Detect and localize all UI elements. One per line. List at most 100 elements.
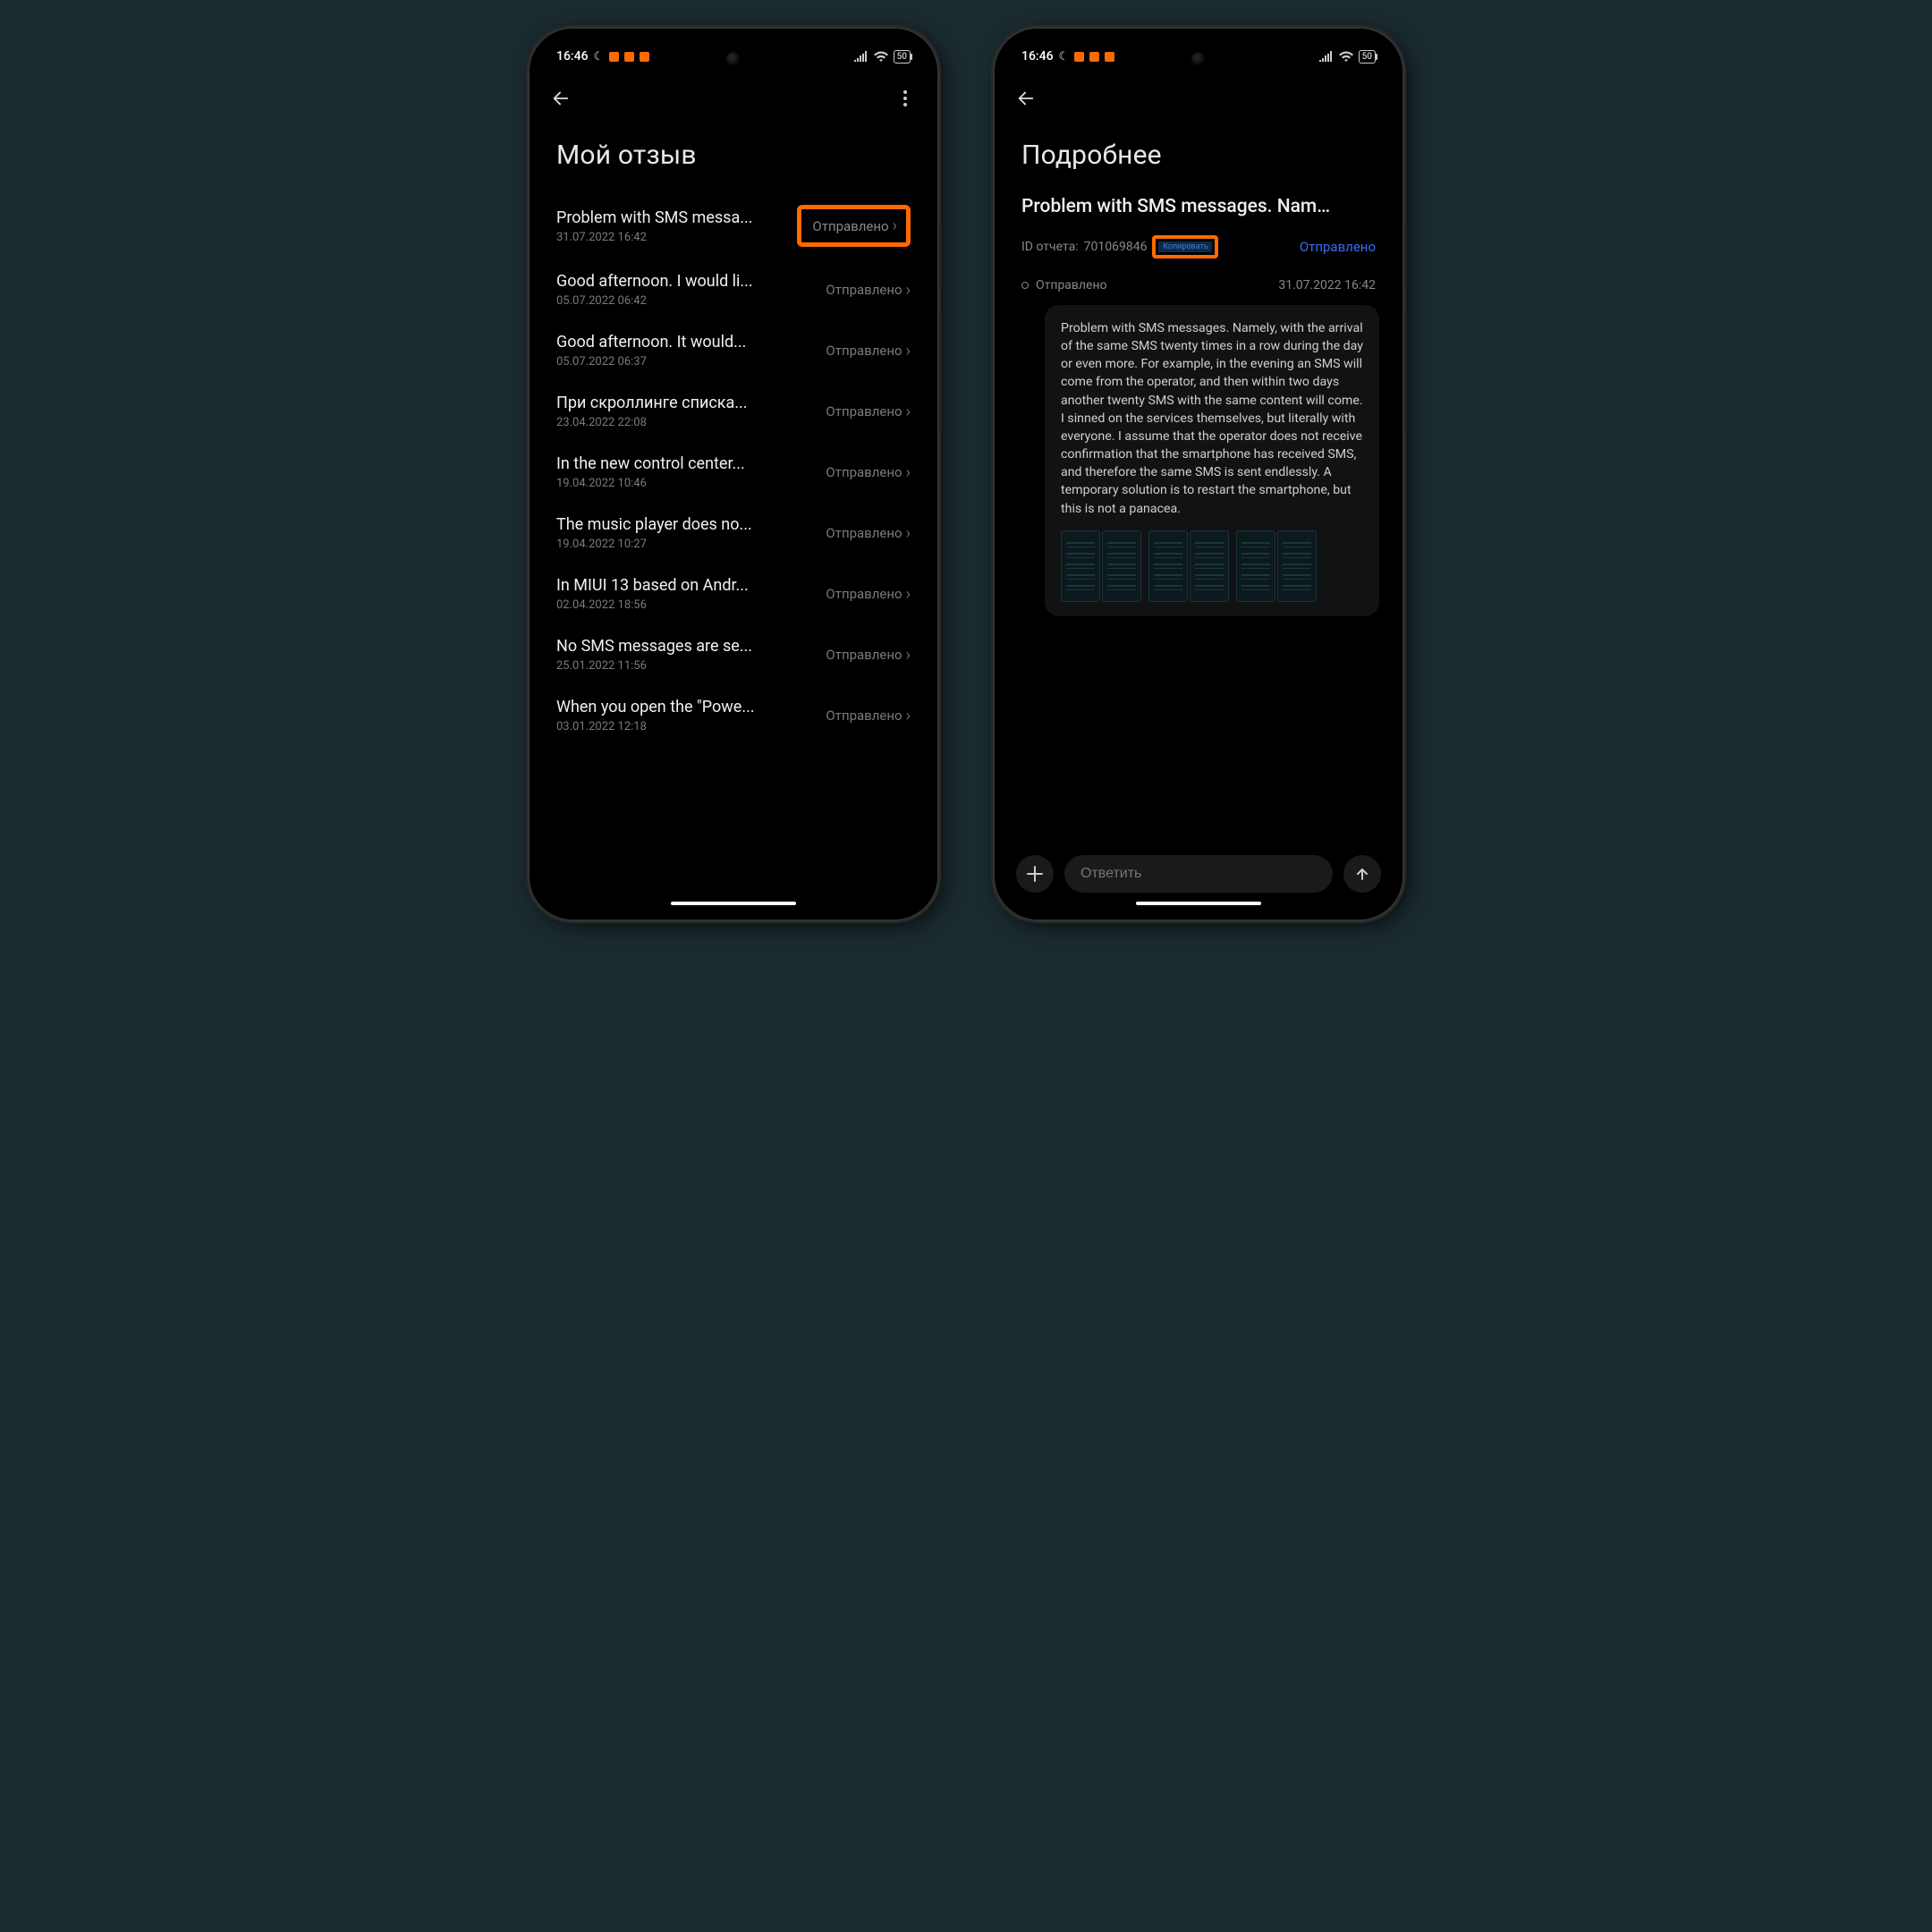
battery-icon: 50 xyxy=(894,50,911,64)
feedback-item-date: 31.07.2022 16:42 xyxy=(556,231,788,244)
dnd-icon: ☾ xyxy=(594,50,605,64)
report-id-value: 701069846 xyxy=(1084,240,1148,254)
message-timestamp: 31.07.2022 16:42 xyxy=(1278,278,1376,292)
app-bar xyxy=(537,77,930,120)
front-camera xyxy=(1191,52,1206,66)
notification-indicator xyxy=(1074,52,1084,62)
attachment-thumbnail[interactable] xyxy=(1190,530,1229,602)
feedback-item-status: Отправлено› xyxy=(826,342,911,360)
report-id-row: ID отчета: 701069846 Копировать Отправле… xyxy=(1002,230,1395,267)
notification-indicator xyxy=(624,52,634,62)
feedback-item[interactable]: No SMS messages are se... 25.01.2022 11:5… xyxy=(556,624,911,685)
phone-feedback-detail: 16:46 ☾ 50 Подробнее Problem with SMS me… xyxy=(993,27,1404,921)
feedback-list[interactable]: Problem with SMS messa... 31.07.2022 16:4… xyxy=(537,192,930,912)
attachment-thumbnail[interactable] xyxy=(1102,530,1141,602)
wifi-icon xyxy=(874,51,888,62)
feedback-item-status: Отправлено› xyxy=(826,524,911,543)
phone-feedback-list: 16:46 ☾ 50 Мой отзыв Problem with SMS me… xyxy=(528,27,939,921)
send-button[interactable] xyxy=(1343,855,1381,893)
report-id-label: ID отчета: xyxy=(1021,240,1079,254)
attachment-thumbnail[interactable] xyxy=(1148,530,1188,602)
chevron-right-icon: › xyxy=(906,524,911,543)
status-label: Отправлено xyxy=(826,586,902,602)
attachment-thumbnail[interactable] xyxy=(1236,530,1275,602)
feedback-item-status: Отправлено› xyxy=(826,646,911,665)
feedback-item-date: 23.04.2022 22:08 xyxy=(556,416,817,429)
signal-icon xyxy=(1319,51,1334,62)
feedback-item[interactable]: Good afternoon. I would li...05.07.2022 … xyxy=(556,259,911,320)
message-card: Problem with SMS messages. Namely, with … xyxy=(1045,305,1379,616)
status-dot-icon xyxy=(1021,282,1029,289)
overflow-menu-button[interactable] xyxy=(896,89,914,107)
dnd-icon: ☾ xyxy=(1059,50,1070,64)
status-label: Отправлено xyxy=(826,282,902,298)
reply-input[interactable] xyxy=(1064,855,1333,893)
feedback-item-date: 02.04.2022 18:56 xyxy=(556,598,817,612)
chevron-right-icon: › xyxy=(906,585,911,604)
feedback-item-title: In the new control center... xyxy=(556,454,817,473)
status-label: Отправлено xyxy=(826,343,902,359)
feedback-item-date: 19.04.2022 10:46 xyxy=(556,477,817,490)
report-subject: Problem with SMS messages. Nam… xyxy=(1002,192,1395,230)
feedback-item-title: Good afternoon. I would li... xyxy=(556,272,817,291)
home-indicator[interactable] xyxy=(671,902,796,905)
add-attachment-button[interactable] xyxy=(1016,855,1054,893)
message-body: Problem with SMS messages. Namely, with … xyxy=(1061,319,1363,518)
report-status: Отправлено xyxy=(1300,239,1376,255)
attachment-thumbnails xyxy=(1061,530,1363,602)
arrow-up-icon xyxy=(1355,867,1369,881)
feedback-item-date: 03.01.2022 12:18 xyxy=(556,720,817,733)
page-title: Подробнее xyxy=(1002,120,1395,192)
attachment-thumbnail[interactable] xyxy=(1061,530,1100,602)
chevron-right-icon: › xyxy=(906,281,911,300)
feedback-item[interactable]: Good afternoon. It would...05.07.2022 06… xyxy=(556,320,911,381)
status-label: Отправлено xyxy=(826,403,902,419)
feedback-item-title: Problem with SMS messa... xyxy=(556,208,788,227)
sent-status-text: Отправлено xyxy=(1036,278,1107,292)
message-meta-row: Отправлено 31.07.2022 16:42 xyxy=(1002,267,1395,300)
feedback-item-title: No SMS messages are se... xyxy=(556,637,817,656)
chevron-right-icon: › xyxy=(906,646,911,665)
status-label: Отправлено xyxy=(812,218,888,234)
chevron-right-icon: › xyxy=(893,216,897,235)
feedback-item-status: Отправлено› xyxy=(826,463,911,482)
back-button[interactable] xyxy=(549,87,572,110)
status-label: Отправлено xyxy=(826,708,902,724)
status-label: Отправлено xyxy=(826,647,902,663)
feedback-item[interactable]: The music player does no... 19.04.2022 10… xyxy=(556,503,911,564)
feedback-item-status: Отправлено› xyxy=(826,402,911,421)
notification-indicator xyxy=(1105,52,1114,62)
feedback-item-title: The music player does no... xyxy=(556,515,817,534)
chevron-right-icon: › xyxy=(906,463,911,482)
feedback-item-date: 19.04.2022 10:27 xyxy=(556,538,817,551)
back-button[interactable] xyxy=(1014,87,1038,110)
feedback-item-status: Отправлено› xyxy=(826,707,911,725)
clock: 16:46 xyxy=(1021,49,1054,64)
feedback-item-title: When you open the "Powe... xyxy=(556,698,817,716)
page-title: Мой отзыв xyxy=(537,120,930,192)
feedback-item-date: 05.07.2022 06:37 xyxy=(556,355,817,369)
copy-button-highlight: Копировать xyxy=(1152,235,1218,258)
feedback-item[interactable]: При скроллинге списка...23.04.2022 22:08… xyxy=(556,381,911,442)
plus-icon xyxy=(1027,866,1043,882)
home-indicator[interactable] xyxy=(1136,902,1261,905)
feedback-item[interactable]: When you open the "Powe... 03.01.2022 12:… xyxy=(556,685,911,746)
chevron-right-icon: › xyxy=(906,402,911,421)
feedback-item-date: 25.01.2022 11:56 xyxy=(556,659,817,673)
status-highlight-box: Отправлено › xyxy=(797,205,911,247)
clock: 16:46 xyxy=(556,49,589,64)
feedback-item[interactable]: In the new control center... 19.04.2022 1… xyxy=(556,442,911,503)
copy-button[interactable]: Копировать xyxy=(1158,242,1212,252)
feedback-item-title: In MIUI 13 based on Andr... xyxy=(556,576,817,595)
reply-bar xyxy=(1016,855,1381,893)
notification-indicator xyxy=(609,52,619,62)
notification-indicator xyxy=(1089,52,1099,62)
signal-icon xyxy=(854,51,869,62)
wifi-icon xyxy=(1339,51,1353,62)
feedback-item[interactable]: In MIUI 13 based on Andr... 02.04.2022 18… xyxy=(556,564,911,624)
app-bar xyxy=(1002,77,1395,120)
front-camera xyxy=(726,52,741,66)
chevron-right-icon: › xyxy=(906,342,911,360)
attachment-thumbnail[interactable] xyxy=(1277,530,1317,602)
feedback-item[interactable]: Problem with SMS messa... 31.07.2022 16:4… xyxy=(556,192,911,259)
